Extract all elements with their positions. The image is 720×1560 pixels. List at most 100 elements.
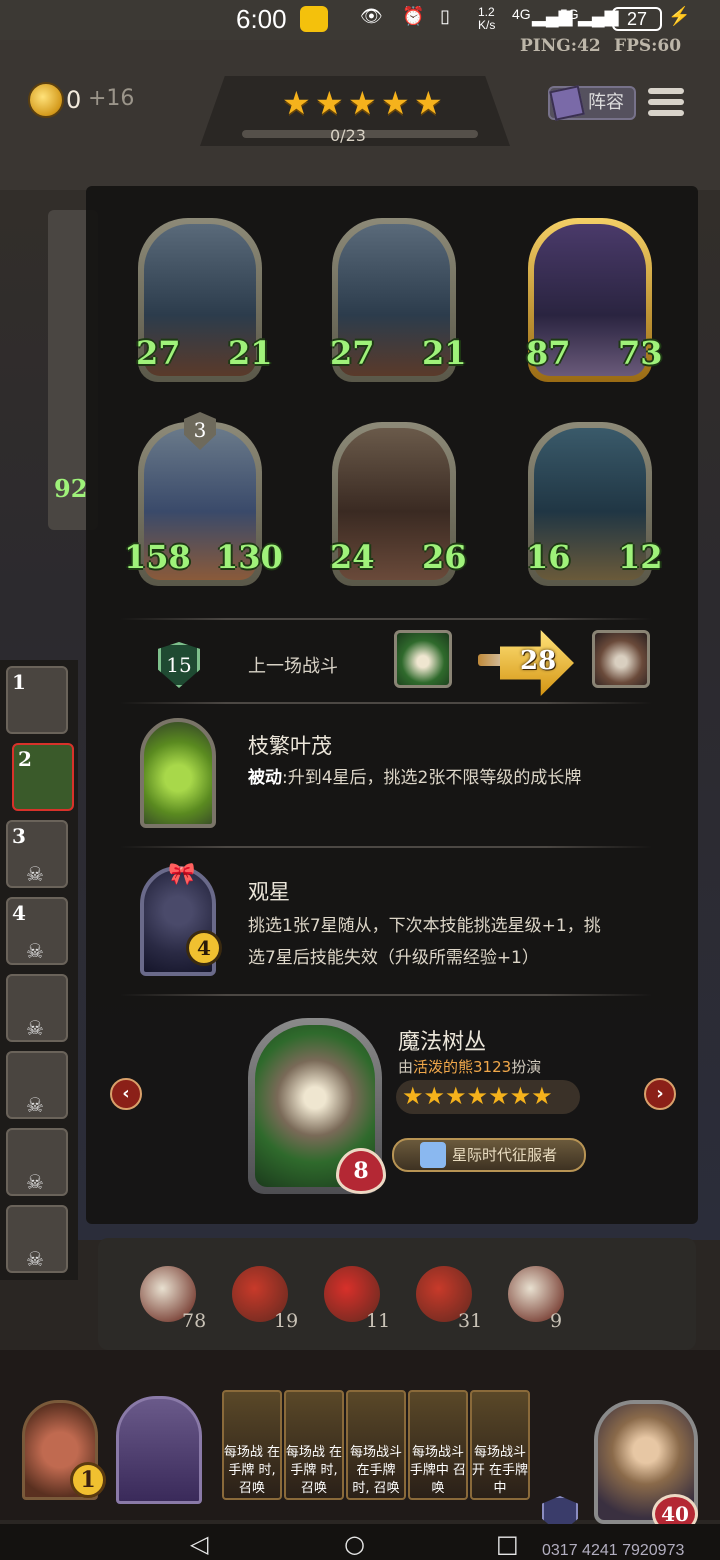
hero-name: 魔法树丛 xyxy=(398,1030,487,1055)
spell-level-badge: 1 xyxy=(70,1462,106,1498)
next-hero-button[interactable]: › xyxy=(644,1078,676,1110)
star-icon: ★ xyxy=(282,84,311,122)
skill-level-badge: 4 xyxy=(186,930,222,966)
star-icon: ★ xyxy=(531,1082,553,1110)
item-count: 11 xyxy=(366,1310,391,1332)
hand-card-text: 每场战斗 手牌中 召唤 xyxy=(409,1445,467,1496)
skill-description: 被动:升到4星后，挑选2张不限等级的成长牌 xyxy=(248,762,581,794)
gold-income: +16 xyxy=(88,86,135,111)
star-icon: ★ xyxy=(348,84,377,122)
spell-card[interactable] xyxy=(116,1396,202,1504)
player-rank: 3 xyxy=(12,824,26,848)
star-icon: ★ xyxy=(315,84,344,122)
player-slot[interactable]: ☠ xyxy=(6,1205,68,1273)
health-value: 21 xyxy=(228,334,273,372)
own-hero-mini-portrait xyxy=(394,630,452,688)
hero-played-by: 由活泼的熊3123扮演 xyxy=(398,1056,541,1077)
bow-icon: 🎀 xyxy=(168,862,196,887)
item-count: 19 xyxy=(274,1310,299,1332)
played-by-prefix: 由 xyxy=(398,1058,414,1076)
skull-icon: ☠ xyxy=(26,1016,44,1040)
shirt-icon xyxy=(420,1142,446,1168)
divider xyxy=(120,702,652,704)
skill-description-line: 挑选1张7星随从，下次本技能挑选星级+1，挑 xyxy=(248,916,601,936)
player-rank: 4 xyxy=(12,901,26,925)
skull-icon: ☠ xyxy=(26,939,44,963)
health-value: 12 xyxy=(618,538,663,576)
hand-card-text: 每场战斗 在手牌 时, 召唤 xyxy=(349,1445,402,1496)
divider xyxy=(120,618,652,620)
player-slot[interactable]: 2 xyxy=(12,743,74,811)
signal-5g-label: 5G xyxy=(560,6,579,22)
prev-hero-button[interactable]: ‹ xyxy=(110,1078,142,1110)
ping-readout: PING:42 xyxy=(520,36,601,56)
player-slot[interactable]: ☠ xyxy=(6,1128,68,1196)
divider xyxy=(120,994,652,996)
user-id: 0317 4241 7920973 xyxy=(542,1542,685,1559)
divider xyxy=(120,846,652,848)
hero-health-heart: 8 xyxy=(336,1148,386,1194)
item-count: 31 xyxy=(458,1310,483,1332)
opponent-mini-portrait xyxy=(592,630,650,688)
eye-icon: 👁 xyxy=(360,6,383,26)
skill-description-line: 选7星后技能失效（升级所需经验+1） xyxy=(248,948,539,968)
leaf-skill-icon xyxy=(140,718,216,828)
player-slot[interactable]: 4 ☠ xyxy=(6,897,68,965)
skill-title: 观星 xyxy=(248,880,290,904)
health-value: 26 xyxy=(422,538,467,576)
back-nav-button[interactable]: ◁ xyxy=(190,1530,208,1558)
player-slot[interactable]: 3 ☠ xyxy=(6,820,68,888)
vibrate-icon: ▯ xyxy=(440,6,450,26)
net-speed: 1.2 K/s xyxy=(478,5,496,32)
home-nav-button[interactable]: ○ xyxy=(344,1530,365,1558)
skull-icon: ☠ xyxy=(26,862,44,886)
charging-icon: ⚡ xyxy=(668,6,691,26)
attack-value: 158 xyxy=(124,538,191,576)
alarm-icon: ⏰ xyxy=(402,6,425,26)
lineup-book-icon xyxy=(549,85,585,121)
star-icon: ★ xyxy=(488,1082,510,1110)
gold-coin-icon xyxy=(28,82,64,118)
skull-icon: ☠ xyxy=(26,1170,44,1194)
hand-card-text: 每场战 在手牌 时, 召唤 xyxy=(285,1445,343,1496)
star-icon: ★ xyxy=(509,1082,532,1110)
last-battle-label: 上一场战斗 xyxy=(248,656,338,677)
attack-value: 24 xyxy=(330,538,375,576)
star-icon: ★ xyxy=(423,1082,446,1110)
recent-apps-button[interactable]: □ xyxy=(496,1530,519,1558)
hero-star-rating: ★★★★★★★ xyxy=(396,1080,580,1114)
hand-card-text: 每场战斗开 在手牌中 xyxy=(471,1445,529,1496)
skull-icon: ☠ xyxy=(26,1247,44,1271)
hand-card-text: 每场战 在手牌 时, 召唤 xyxy=(223,1445,281,1496)
star-icon: ★ xyxy=(381,84,410,122)
menu-icon[interactable] xyxy=(648,88,684,120)
signal-4g-label: 4G xyxy=(512,6,531,22)
star-icon: ★ xyxy=(414,84,443,122)
played-by-suffix: 扮演 xyxy=(511,1058,542,1076)
item-count: 9 xyxy=(550,1310,563,1332)
gold-amount: 0 xyxy=(66,86,82,114)
health-value: 21 xyxy=(422,334,467,372)
skill-title: 枝繁叶茂 xyxy=(248,734,332,758)
weibo-icon xyxy=(300,6,328,32)
player-rank: 1 xyxy=(12,670,26,694)
health-value: 130 xyxy=(216,538,283,576)
skull-icon: ☠ xyxy=(26,1093,44,1117)
status-time: 6:00 xyxy=(236,4,287,34)
player-slot[interactable]: ☠ xyxy=(6,1051,68,1119)
attack-value: 16 xyxy=(526,538,571,576)
player-slot[interactable]: 1 xyxy=(6,666,68,734)
star-icon: ★ xyxy=(402,1082,424,1110)
fps-readout: FPS:60 xyxy=(614,36,682,56)
player-slot[interactable]: ☠ xyxy=(6,974,68,1042)
skill-keyword: 被动 xyxy=(248,768,282,788)
player-rank: 2 xyxy=(18,747,32,771)
item-count: 78 xyxy=(182,1310,207,1332)
exp-text: 0/23 xyxy=(330,126,366,145)
player-name: 活泼的熊3123 xyxy=(413,1058,512,1076)
attack-value: 27 xyxy=(330,334,375,372)
background-stat: 92 xyxy=(54,474,88,503)
attack-value: 87 xyxy=(526,334,571,372)
health-value: 73 xyxy=(618,334,663,372)
damage-value: 28 xyxy=(520,646,557,676)
